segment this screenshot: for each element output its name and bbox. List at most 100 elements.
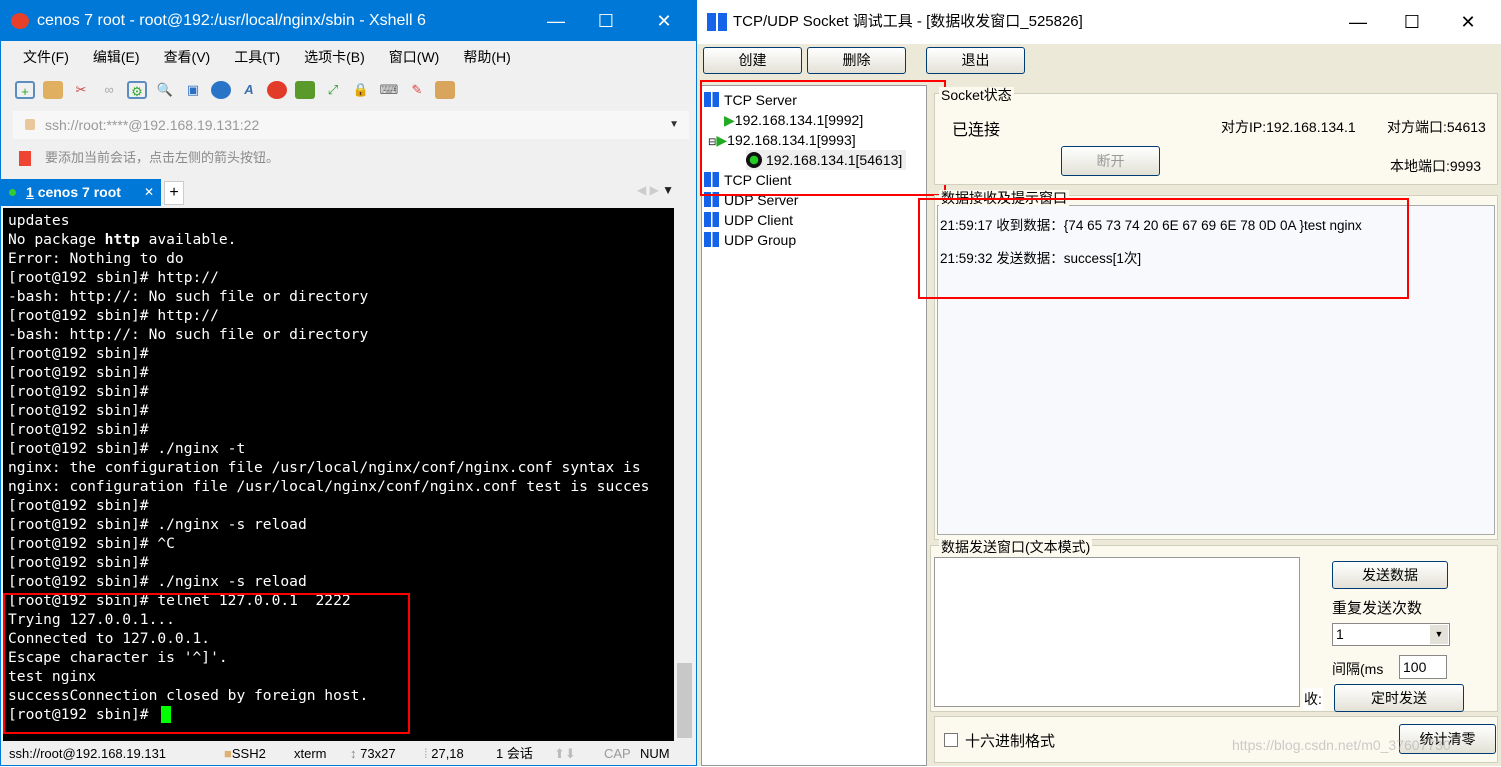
window-title: TCP/UDP Socket 调试工具 - [数据收发窗口_525826] [733,13,1083,30]
repeat-count-label: 重复发送次数 [1332,600,1423,617]
delete-button[interactable]: 删除 [807,47,906,74]
disconnect-icon[interactable]: ∞ [99,81,119,99]
connected-dot-icon [9,189,16,196]
node-label: UDP Group [724,232,797,248]
session-hint: 要添加当前会话，点击左侧的箭头按钮。 [19,147,279,169]
highlight-icon[interactable]: ✎ [407,81,427,99]
repeat-count-select[interactable]: 1 ▼ [1332,623,1450,646]
terminal-line: [root@192 sbin]# http:// [8,307,219,324]
terminal-line: [root@192 sbin]# [8,497,149,514]
terminal-line: [root@192 sbin]# ./nginx -t [8,440,246,457]
terminal-line: [root@192 sbin]# ^C [8,535,175,552]
highlight-box [700,80,946,196]
interval-input[interactable]: 100 [1399,655,1447,679]
keyboard-icon[interactable]: ⌨ [379,81,399,99]
disconnect-button[interactable]: 断开 [1061,146,1160,176]
lock-icon[interactable]: 🔒 [351,81,371,99]
create-button[interactable]: 创建 [703,47,802,74]
xftp-icon[interactable] [295,81,315,99]
status-connection: ssh://root@192.168.19.131 [9,746,167,761]
close-button[interactable]: ✕ [641,1,687,41]
dropdown-arrow-icon[interactable]: ▼ [669,111,679,139]
session-arrows-icon[interactable]: ⬆⬇ [546,741,596,767]
bookmark-arrow-icon[interactable] [19,151,31,166]
menu-bar: 文件(F) 编辑(E) 查看(V) 工具(T) 选项卡(B) 窗口(W) 帮助(… [11,45,523,69]
terminal-line: [root@192 sbin]# ./nginx -s reload [8,573,307,590]
xshell-icon[interactable] [267,81,287,99]
highlight-box [3,593,410,734]
terminal-line: nginx: the configuration file /usr/local… [8,459,641,476]
minimize-button[interactable]: — [533,1,579,41]
terminal-line: No package http available. [8,231,237,248]
globe-icon[interactable] [211,81,231,99]
tab-number: 1 [26,184,34,200]
connection-state: 已连接 [952,122,1001,139]
send-textarea[interactable] [934,557,1300,707]
window-title: cenos 7 root - root@192:/usr/local/nginx… [37,12,426,29]
status-terminal: xterm [294,746,327,761]
chevron-down-icon[interactable]: ▼ [1430,625,1448,644]
terminal-line: nginx: configuration file /usr/local/ngi… [8,478,650,495]
close-button[interactable]: ✕ [1445,2,1491,42]
status-size: ↕ 73x27 [350,746,396,761]
tree-udp-group[interactable]: UDP Group [704,230,796,250]
xshell-window: cenos 7 root - root@192:/usr/local/nginx… [0,0,697,766]
node-label: UDP Client [724,212,793,228]
terminal-line: updates [8,212,70,229]
maximize-button[interactable]: ☐ [1389,2,1435,42]
menu-tabs[interactable]: 选项卡(B) [292,45,377,69]
remote-ip: 对方IP:192.168.134.1 [1221,119,1356,135]
remote-port: 对方端口:54613 [1387,119,1486,135]
menu-edit[interactable]: 编辑(E) [81,45,152,69]
node-icon [704,232,719,247]
app-logo-icon [707,13,727,31]
xshell-logo-icon [11,13,29,29]
lock-icon [25,119,35,130]
tree-udp-client[interactable]: UDP Client [704,210,793,230]
minimize-button[interactable]: — [1335,2,1381,42]
search-icon[interactable]: 🔍 [155,81,175,99]
send-data-button[interactable]: 发送数据 [1332,561,1448,589]
menu-help[interactable]: 帮助(H) [451,45,522,69]
status-bar: ssh://root@192.168.19.131 ■SSH2 xterm ↕ … [1,741,696,767]
exit-button[interactable]: 退出 [926,47,1025,74]
tab-close-icon[interactable]: ✕ [144,179,154,206]
new-tab-button[interactable]: + [164,181,184,205]
menu-view[interactable]: 查看(V) [152,45,223,69]
menu-window[interactable]: 窗口(W) [377,45,452,69]
tab-label: cenos 7 root [37,184,121,200]
select-value: 1 [1336,626,1344,642]
address-bar[interactable]: ssh://root:****@192.168.19.131:22 ▼ [13,111,689,139]
terminal-line: [root@192 sbin]# [8,421,149,438]
node-icon [704,212,719,227]
terminal-line: [root@192 sbin]# http:// [8,269,219,286]
terminal-line: [root@192 sbin]# ./nginx -s reload [8,516,307,533]
status-protocol: ■SSH2 [224,746,266,761]
timer-send-button[interactable]: 定时发送 [1334,684,1464,712]
properties-icon[interactable]: ⚙ [127,81,147,99]
terminal-line: [root@192 sbin]# [8,364,149,381]
font-icon[interactable]: A [239,81,259,99]
menu-file[interactable]: 文件(F) [11,45,81,69]
status-sessions: 1 会话 [496,746,533,761]
fullscreen-icon[interactable]: ⤢ [323,81,343,99]
highlight-box [918,198,1409,299]
new-session-icon[interactable]: + [15,81,35,99]
socket-tool-window: TCP/UDP Socket 调试工具 - [数据收发窗口_525826] — … [697,0,1501,766]
hex-format-checkbox[interactable] [944,733,958,747]
terminal-line: Error: Nothing to do [8,250,184,267]
terminal-scrollbar[interactable] [674,208,695,741]
recv-count-label: 收: [1303,688,1323,710]
hex-format-label: 十六进制格式 [965,733,1056,750]
tab-session[interactable]: 1 cenos 7 root ✕ [1,179,161,206]
new-tab-folder-icon[interactable] [435,81,455,99]
tab-scroll-arrows[interactable]: ◀ ▶ ▼ [637,183,674,197]
maximize-button[interactable]: ☐ [583,1,629,41]
terminal-line: [root@192 sbin]# [8,345,149,362]
transfer-icon[interactable]: ▣ [183,81,203,99]
interval-label: 间隔(ms [1332,661,1384,677]
menu-tools[interactable]: 工具(T) [222,45,292,69]
connect-icon[interactable]: ✂ [71,81,91,99]
terminal-line: [root@192 sbin]# [8,554,149,571]
open-folder-icon[interactable] [43,81,63,99]
